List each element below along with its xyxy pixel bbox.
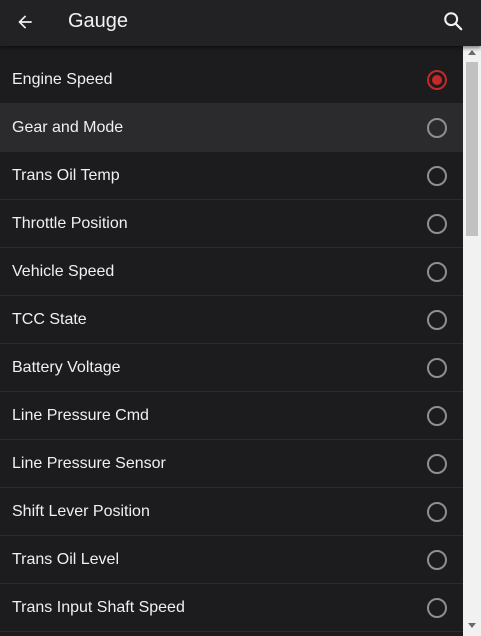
list-item-engine-speed[interactable]: Engine Speed	[0, 56, 463, 104]
radio-button[interactable]	[427, 598, 447, 618]
scroll-up-arrow-icon[interactable]	[468, 50, 476, 55]
back-button[interactable]	[8, 5, 42, 39]
radio-button[interactable]	[427, 502, 447, 522]
list-item-label: Trans Oil Level	[12, 551, 119, 568]
list-item-label: Engine Speed	[12, 71, 113, 88]
radio-button[interactable]	[427, 358, 447, 378]
list-item-line-pressure-cmd[interactable]: Line Pressure Cmd	[0, 392, 463, 440]
list-item-label: Throttle Position	[12, 215, 128, 232]
list-item-battery-voltage[interactable]: Battery Voltage	[0, 344, 463, 392]
list-item-label: Line Pressure Sensor	[12, 455, 166, 472]
scrollbar-thumb[interactable]	[466, 62, 478, 236]
radio-button[interactable]	[427, 406, 447, 426]
list-item-trans-input-shaft-speed[interactable]: Trans Input Shaft Speed	[0, 584, 463, 632]
gauge-option-list: Engine Speed Gear and Mode Trans Oil Tem…	[0, 56, 463, 636]
radio-button-selected[interactable]	[427, 70, 447, 90]
list-item-label: Line Pressure Cmd	[12, 407, 149, 424]
gauge-selection-screen: Gauge Engine Speed Gear and Mode Trans O…	[0, 0, 481, 636]
search-icon	[444, 12, 463, 31]
scroll-down-arrow-icon[interactable]	[468, 623, 476, 628]
page-title: Gauge	[68, 10, 129, 32]
list-item-trans-oil-temp[interactable]: Trans Oil Temp	[0, 152, 463, 200]
list-item-label: Shift Lever Position	[12, 503, 150, 520]
radio-button[interactable]	[427, 214, 447, 234]
list-item-label: TCC State	[12, 311, 87, 328]
list-item-label: Vehicle Speed	[12, 263, 115, 280]
list-item-line-pressure-sensor[interactable]: Line Pressure Sensor	[0, 440, 463, 488]
list-item-label: Battery Voltage	[12, 359, 121, 376]
list-item-throttle-position[interactable]: Throttle Position	[0, 200, 463, 248]
radio-button[interactable]	[427, 454, 447, 474]
list-item-vehicle-speed[interactable]: Vehicle Speed	[0, 248, 463, 296]
list-item-tcc-state[interactable]: TCC State	[0, 296, 463, 344]
list-item-shift-lever-position[interactable]: Shift Lever Position	[0, 488, 463, 536]
list-item-label: Trans Oil Temp	[12, 167, 120, 184]
list-item-trans-oil-level[interactable]: Trans Oil Level	[0, 536, 463, 584]
radio-button[interactable]	[427, 118, 447, 138]
app-header: Gauge	[0, 0, 481, 46]
vertical-scrollbar[interactable]	[463, 46, 481, 636]
list-item-gear-and-mode[interactable]: Gear and Mode	[0, 104, 463, 152]
radio-button[interactable]	[427, 166, 447, 186]
list-item-label: Gear and Mode	[12, 119, 124, 136]
radio-button[interactable]	[427, 550, 447, 570]
search-button[interactable]	[436, 4, 470, 38]
list-item-label: Trans Input Shaft Speed	[12, 599, 185, 616]
arrow-left-icon	[18, 15, 32, 29]
radio-button[interactable]	[427, 310, 447, 330]
radio-button[interactable]	[427, 262, 447, 282]
